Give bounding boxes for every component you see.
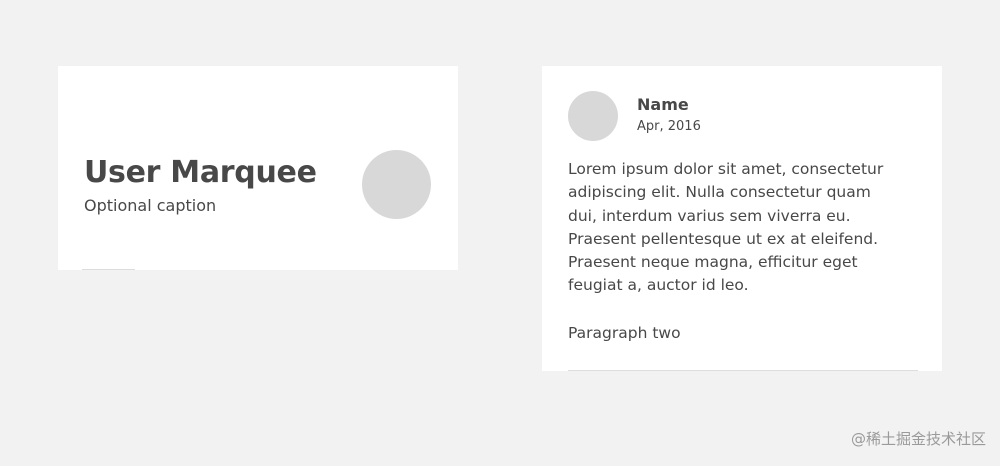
reviewer-name[interactable]: Name	[637, 95, 689, 115]
marquee-title: User Marquee	[84, 155, 317, 190]
canvas: User Marquee Optional caption Name Apr, …	[0, 0, 1000, 466]
review-body-line: dui, interdum varius sem viverra eu.	[568, 206, 851, 225]
divider	[82, 269, 135, 270]
marquee-caption: Optional caption	[84, 196, 217, 215]
reviewer-avatar[interactable]	[568, 91, 618, 141]
review-card: Name Apr, 2016 Lorem ipsum dolor sit ame…	[542, 66, 942, 371]
review-body-line: Praesent pellentesque ut ex at eleifend.	[568, 229, 879, 248]
divider	[568, 370, 918, 371]
review-date: Apr, 2016	[637, 119, 701, 134]
avatar[interactable]	[362, 150, 431, 219]
review-body-line: Lorem ipsum dolor sit amet, consectetur	[568, 160, 884, 178]
review-body-line: feugiat a, auctor id leo.	[568, 276, 749, 295]
watermark: @稀土掘金技术社区	[850, 430, 986, 448]
review-paragraph-two: Paragraph two	[568, 324, 681, 342]
review-body: Lorem ipsum dolor sit amet, consectetur …	[568, 158, 918, 298]
user-marquee-card: User Marquee Optional caption	[58, 66, 458, 270]
review-body-line: adipiscing elit. Nulla consectetur quam	[568, 183, 871, 202]
review-body-line: Praesent neque magna, efficitur eget	[568, 253, 858, 272]
